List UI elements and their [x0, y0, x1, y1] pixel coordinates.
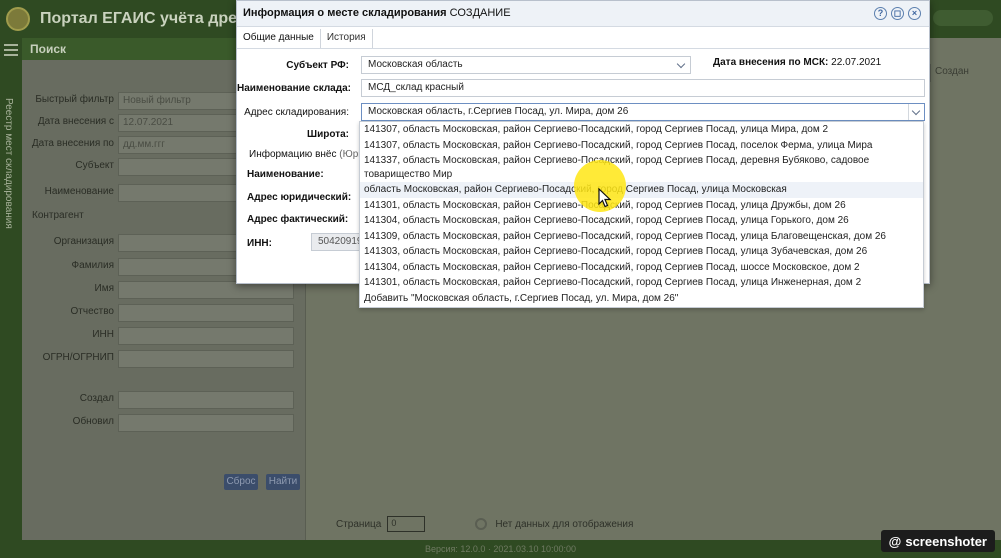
latitude-label: Широта: — [307, 129, 349, 140]
address-option[interactable]: 141301, область Московская, район Сергие… — [360, 198, 923, 214]
user-menu-button[interactable] — [933, 10, 993, 26]
filter-label: Наименование — [44, 186, 114, 197]
refresh-icon[interactable] — [475, 518, 488, 530]
filter-row-ogrn: ОГРН/ОГРНИП — [22, 350, 306, 368]
subject-label: Субъект РФ: — [286, 60, 349, 71]
address-option[interactable]: 141337, область Московская, район Сергие… — [360, 153, 923, 182]
contractor-label: Контрагент — [32, 210, 84, 221]
patronymic-input[interactable] — [118, 304, 294, 322]
dialog-tabs: Общие данные История — [237, 29, 373, 49]
filter-label: Быстрый фильтр — [35, 94, 114, 105]
updated-by-input[interactable] — [118, 414, 294, 432]
watermark: @ screenshoter — [880, 530, 995, 552]
address-option[interactable]: 141303, область Московская, район Сергие… — [360, 244, 923, 260]
created-by-input[interactable] — [118, 391, 294, 409]
org-name-label: Наименование: — [247, 169, 324, 180]
address-suggestion-list: 141307, область Московская, район Сергие… — [359, 121, 924, 308]
storage-address-input[interactable]: Московская область, г.Сергиев Посад, ул.… — [361, 103, 925, 121]
inn-input[interactable] — [118, 327, 294, 345]
filter-label: ИНН — [92, 329, 114, 340]
pager-label: Страница — [336, 518, 382, 530]
info-entered-text: Информацию внёс — [249, 149, 337, 160]
chevron-down-icon[interactable] — [674, 57, 690, 73]
filter-label: Организация — [53, 236, 114, 247]
hamburger-menu-icon[interactable] — [4, 44, 18, 56]
filter-label: Дата внесения с — [37, 116, 114, 127]
tab-general[interactable]: Общие данные — [237, 29, 321, 49]
reset-button[interactable]: Сброс — [224, 474, 258, 490]
subject-value: Московская область — [368, 59, 463, 70]
filter-label: Имя — [94, 283, 114, 294]
address-option[interactable]: 141309, область Московская, район Сергие… — [360, 229, 923, 245]
find-button[interactable]: Найти — [266, 474, 300, 490]
filter-label: ОГРН/ОГРНИП — [42, 352, 114, 363]
actual-address-label: Адрес фактический: — [247, 214, 349, 225]
no-data-message: Нет данных для отображения — [495, 518, 634, 530]
maximize-icon[interactable]: ◻ — [891, 7, 904, 20]
address-option[interactable]: 141304, область Московская, район Сергие… — [360, 213, 923, 229]
filter-row-created-by: Создал — [22, 391, 306, 409]
warehouse-name-label: Наименование склада: — [237, 83, 351, 94]
inn-label: ИНН: — [247, 238, 272, 249]
dialog-titlebar[interactable]: Информация о месте складирования СОЗДАНИ… — [237, 1, 929, 27]
chevron-down-icon[interactable] — [908, 104, 924, 120]
help-icon[interactable]: ? — [874, 7, 887, 20]
portal-logo-icon — [6, 7, 30, 31]
rail-label[interactable]: Реестр мест складирования — [3, 98, 14, 229]
footer-version: Версия: 12.0.0 · 2021.03.10 10:00:00 — [0, 540, 1001, 558]
address-option[interactable]: 141307, область Московская, район Сергие… — [360, 138, 923, 154]
filter-label: Создал — [79, 393, 114, 404]
filter-label: Дата внесения по — [31, 138, 114, 149]
entry-date: Дата внесения по МСК: 22.07.2021 — [713, 57, 881, 68]
entry-date-value: 22.07.2021 — [831, 57, 882, 68]
watermark-icon: @ — [888, 533, 902, 549]
mouse-pointer-icon — [598, 188, 612, 208]
warehouse-name-input[interactable]: МСД_склад красный — [361, 79, 925, 97]
close-icon[interactable]: × — [908, 7, 921, 20]
ogrn-input[interactable] — [118, 350, 294, 368]
tab-history[interactable]: История — [321, 29, 373, 49]
filter-label: Субъект — [75, 160, 114, 171]
tab-divider — [237, 48, 929, 49]
entry-date-label: Дата внесения по МСК: — [713, 57, 829, 68]
address-option[interactable]: 141301, область Московская, район Сергие… — [360, 275, 923, 291]
add-address-option[interactable]: Добавить "Московская область, г.Сергиев … — [360, 291, 923, 307]
address-option[interactable]: область Московская, район Сергиево-Посад… — [360, 182, 923, 198]
page-number-input[interactable]: 0 — [387, 516, 426, 532]
left-rail: Реестр мест складирования — [0, 38, 22, 558]
dialog-title-mode: СОЗДАНИЕ — [449, 7, 511, 19]
filter-label: Отчество — [70, 306, 114, 317]
storage-address-label: Адрес складирования: — [244, 107, 349, 118]
filter-row-updated-by: Обновил — [22, 414, 306, 432]
filter-row-patronymic: Отчество — [22, 304, 306, 322]
address-option[interactable]: 141307, область Московская, район Сергие… — [360, 122, 923, 138]
dialog-title-main: Информация о месте складирования — [243, 7, 447, 19]
watermark-text: screenshoter — [905, 533, 987, 549]
dialog-window-buttons: ? ◻ × — [874, 7, 921, 20]
address-option[interactable]: 141304, область Московская, район Сергие… — [360, 260, 923, 276]
filter-label: Фамилия — [71, 260, 114, 271]
subject-select[interactable]: Московская область — [361, 56, 691, 74]
dialog-title: Информация о месте складирования СОЗДАНИ… — [243, 7, 511, 19]
column-header-created[interactable]: Создан — [930, 64, 1001, 82]
legal-address-label: Адрес юридический: — [247, 192, 352, 203]
info-entered-label: Информацию внёс (Юрид — [249, 149, 370, 160]
filter-label: Обновил — [72, 416, 114, 427]
filter-row-inn: ИНН — [22, 327, 306, 345]
storage-address-value: Московская область, г.Сергиев Посад, ул.… — [368, 106, 629, 117]
